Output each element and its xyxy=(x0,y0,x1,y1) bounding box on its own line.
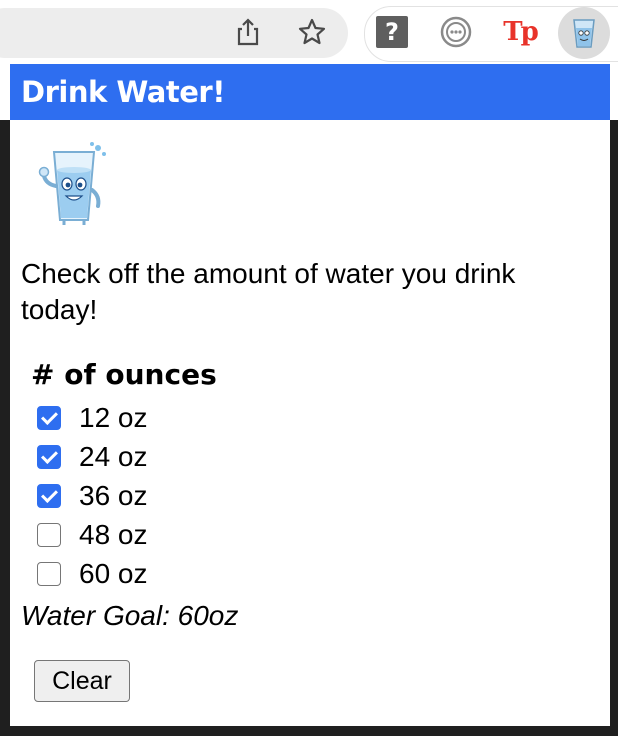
dots-extension-icon[interactable] xyxy=(438,14,474,50)
option-label: 36 oz xyxy=(79,479,148,511)
checkbox[interactable] xyxy=(37,522,61,547)
option-label: 48 oz xyxy=(79,518,148,550)
help-glyph: ? xyxy=(376,16,408,48)
share-icon[interactable] xyxy=(230,14,266,50)
drink-water-popup: Drink Water! Check off the amount of wat… xyxy=(10,64,610,726)
option-label: 12 oz xyxy=(79,401,148,433)
popup-title: Drink Water! xyxy=(21,75,225,109)
water-extension-icon[interactable] xyxy=(558,7,610,59)
ounce-option-60[interactable]: 60 oz xyxy=(37,554,148,593)
ounce-option-36[interactable]: 36 oz xyxy=(37,476,148,515)
help-extension-icon[interactable]: ? xyxy=(376,16,408,48)
checkbox[interactable] xyxy=(37,444,61,469)
intro-text: Check off the amount of water you drink … xyxy=(21,258,516,325)
ounce-option-12[interactable]: 12 oz xyxy=(37,398,148,437)
option-label: 24 oz xyxy=(79,440,148,472)
water-glass-mascot-icon xyxy=(36,140,110,226)
browser-toolbar: ? Tp xyxy=(0,0,618,64)
checkbox[interactable] xyxy=(37,405,61,430)
tp-extension-icon[interactable]: Tp xyxy=(500,14,540,50)
bookmark-star-icon[interactable] xyxy=(294,14,330,50)
water-goal-text: Water Goal: 60oz xyxy=(21,600,239,631)
ounces-checklist: 12 oz 24 oz 36 oz 48 oz 60 oz xyxy=(37,398,148,593)
checkbox[interactable] xyxy=(37,561,61,586)
ounce-option-48[interactable]: 48 oz xyxy=(37,515,148,554)
ounce-option-24[interactable]: 24 oz xyxy=(37,437,148,476)
popup-header: Drink Water! xyxy=(10,64,610,120)
ounces-heading: # of ounces xyxy=(31,358,217,391)
checkbox[interactable] xyxy=(37,483,61,508)
option-label: 60 oz xyxy=(79,557,148,589)
clear-button[interactable]: Clear xyxy=(34,660,130,702)
tp-glyph: Tp xyxy=(503,17,539,47)
